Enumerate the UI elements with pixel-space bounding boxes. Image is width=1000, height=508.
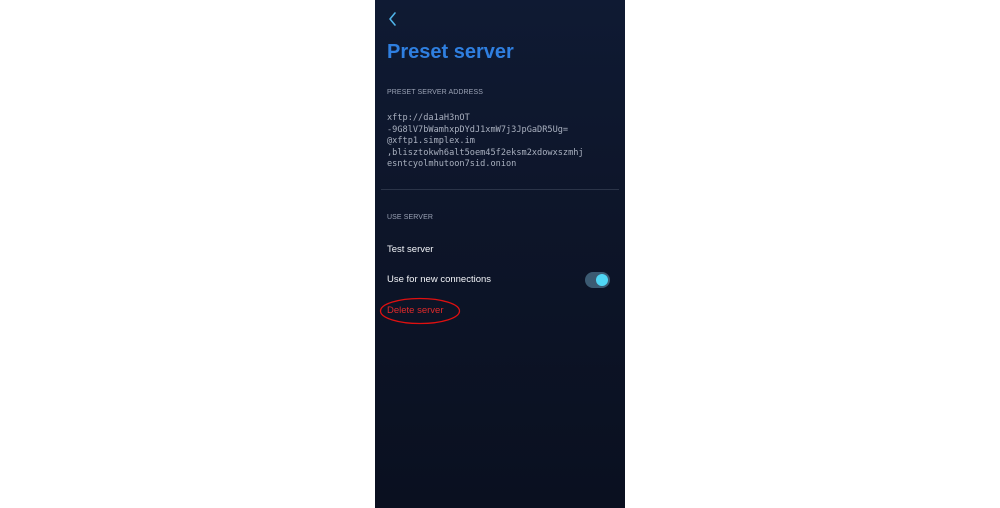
toggle-knob (596, 274, 608, 286)
server-address: xftp://da1aH3nOT -9G8lV7bWamhxpDYdJ1xmW7… (387, 113, 619, 171)
chevron-left-icon (389, 12, 396, 26)
address-line: ,blisztokwh6alt5oem45f2eksm2xdowxszmhj (387, 147, 584, 158)
page-title: Preset server (387, 41, 514, 63)
preset-address-label: PRESET SERVER ADDRESS (387, 89, 483, 96)
address-line: @xftp1.simplex.im (387, 136, 475, 146)
delete-server-row: Delete server (379, 297, 461, 325)
use-for-new-connections-toggle[interactable] (585, 272, 610, 288)
divider (381, 189, 619, 190)
address-line: esntcyolmhutoon7sid.onion (387, 159, 517, 169)
use-server-label: USE SERVER (387, 214, 433, 221)
address-line: xftp://da1aH3nOT (387, 113, 470, 123)
back-button[interactable] (384, 10, 402, 28)
address-line: -9G8lV7bWamhxpDYdJ1xmW7j3JpGaDR5Ug= (387, 124, 569, 135)
use-for-new-connections-label: Use for new connections (387, 274, 492, 285)
delete-server-button[interactable]: Delete server (387, 305, 444, 316)
test-server-button[interactable]: Test server (387, 244, 433, 255)
phone-screen: Preset server PRESET SERVER ADDRESS xftp… (375, 0, 625, 508)
